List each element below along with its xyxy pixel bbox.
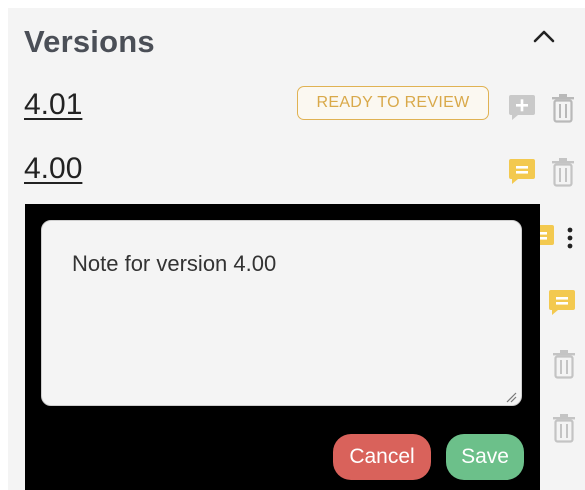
note-icon bbox=[509, 159, 535, 184]
note-editor-popup: Note for version 4.00 Cancel Save bbox=[25, 204, 540, 490]
trash-icon bbox=[553, 414, 575, 443]
version-link-4-00[interactable]: 4.00 bbox=[24, 152, 82, 186]
more-vertical-icon bbox=[567, 227, 573, 249]
note-button[interactable] bbox=[546, 286, 578, 318]
add-note-button[interactable] bbox=[507, 92, 537, 122]
trash-icon bbox=[552, 158, 574, 187]
page-title: Versions bbox=[24, 24, 155, 59]
save-button[interactable]: Save bbox=[446, 434, 524, 480]
resize-handle[interactable] bbox=[505, 390, 517, 403]
collapse-button[interactable] bbox=[530, 22, 558, 50]
trash-icon bbox=[552, 94, 574, 123]
more-options-button[interactable] bbox=[562, 224, 578, 252]
note-button[interactable] bbox=[507, 156, 537, 186]
status-badge: READY TO REVIEW bbox=[297, 86, 489, 120]
cancel-button[interactable]: Cancel bbox=[333, 434, 431, 480]
version-link-4-01[interactable]: 4.01 bbox=[24, 88, 82, 122]
trash-icon bbox=[553, 350, 575, 379]
delete-version-button[interactable] bbox=[551, 412, 577, 444]
delete-version-button[interactable] bbox=[549, 156, 577, 188]
note-textarea[interactable]: Note for version 4.00 bbox=[41, 220, 522, 406]
add-note-icon bbox=[509, 95, 535, 120]
delete-version-button[interactable] bbox=[551, 348, 577, 380]
note-button[interactable] bbox=[538, 222, 556, 252]
delete-version-button[interactable] bbox=[549, 92, 577, 124]
resize-grip-icon bbox=[506, 392, 517, 403]
note-icon bbox=[538, 225, 554, 245]
chevron-up-icon bbox=[533, 30, 555, 43]
note-icon bbox=[549, 290, 575, 315]
